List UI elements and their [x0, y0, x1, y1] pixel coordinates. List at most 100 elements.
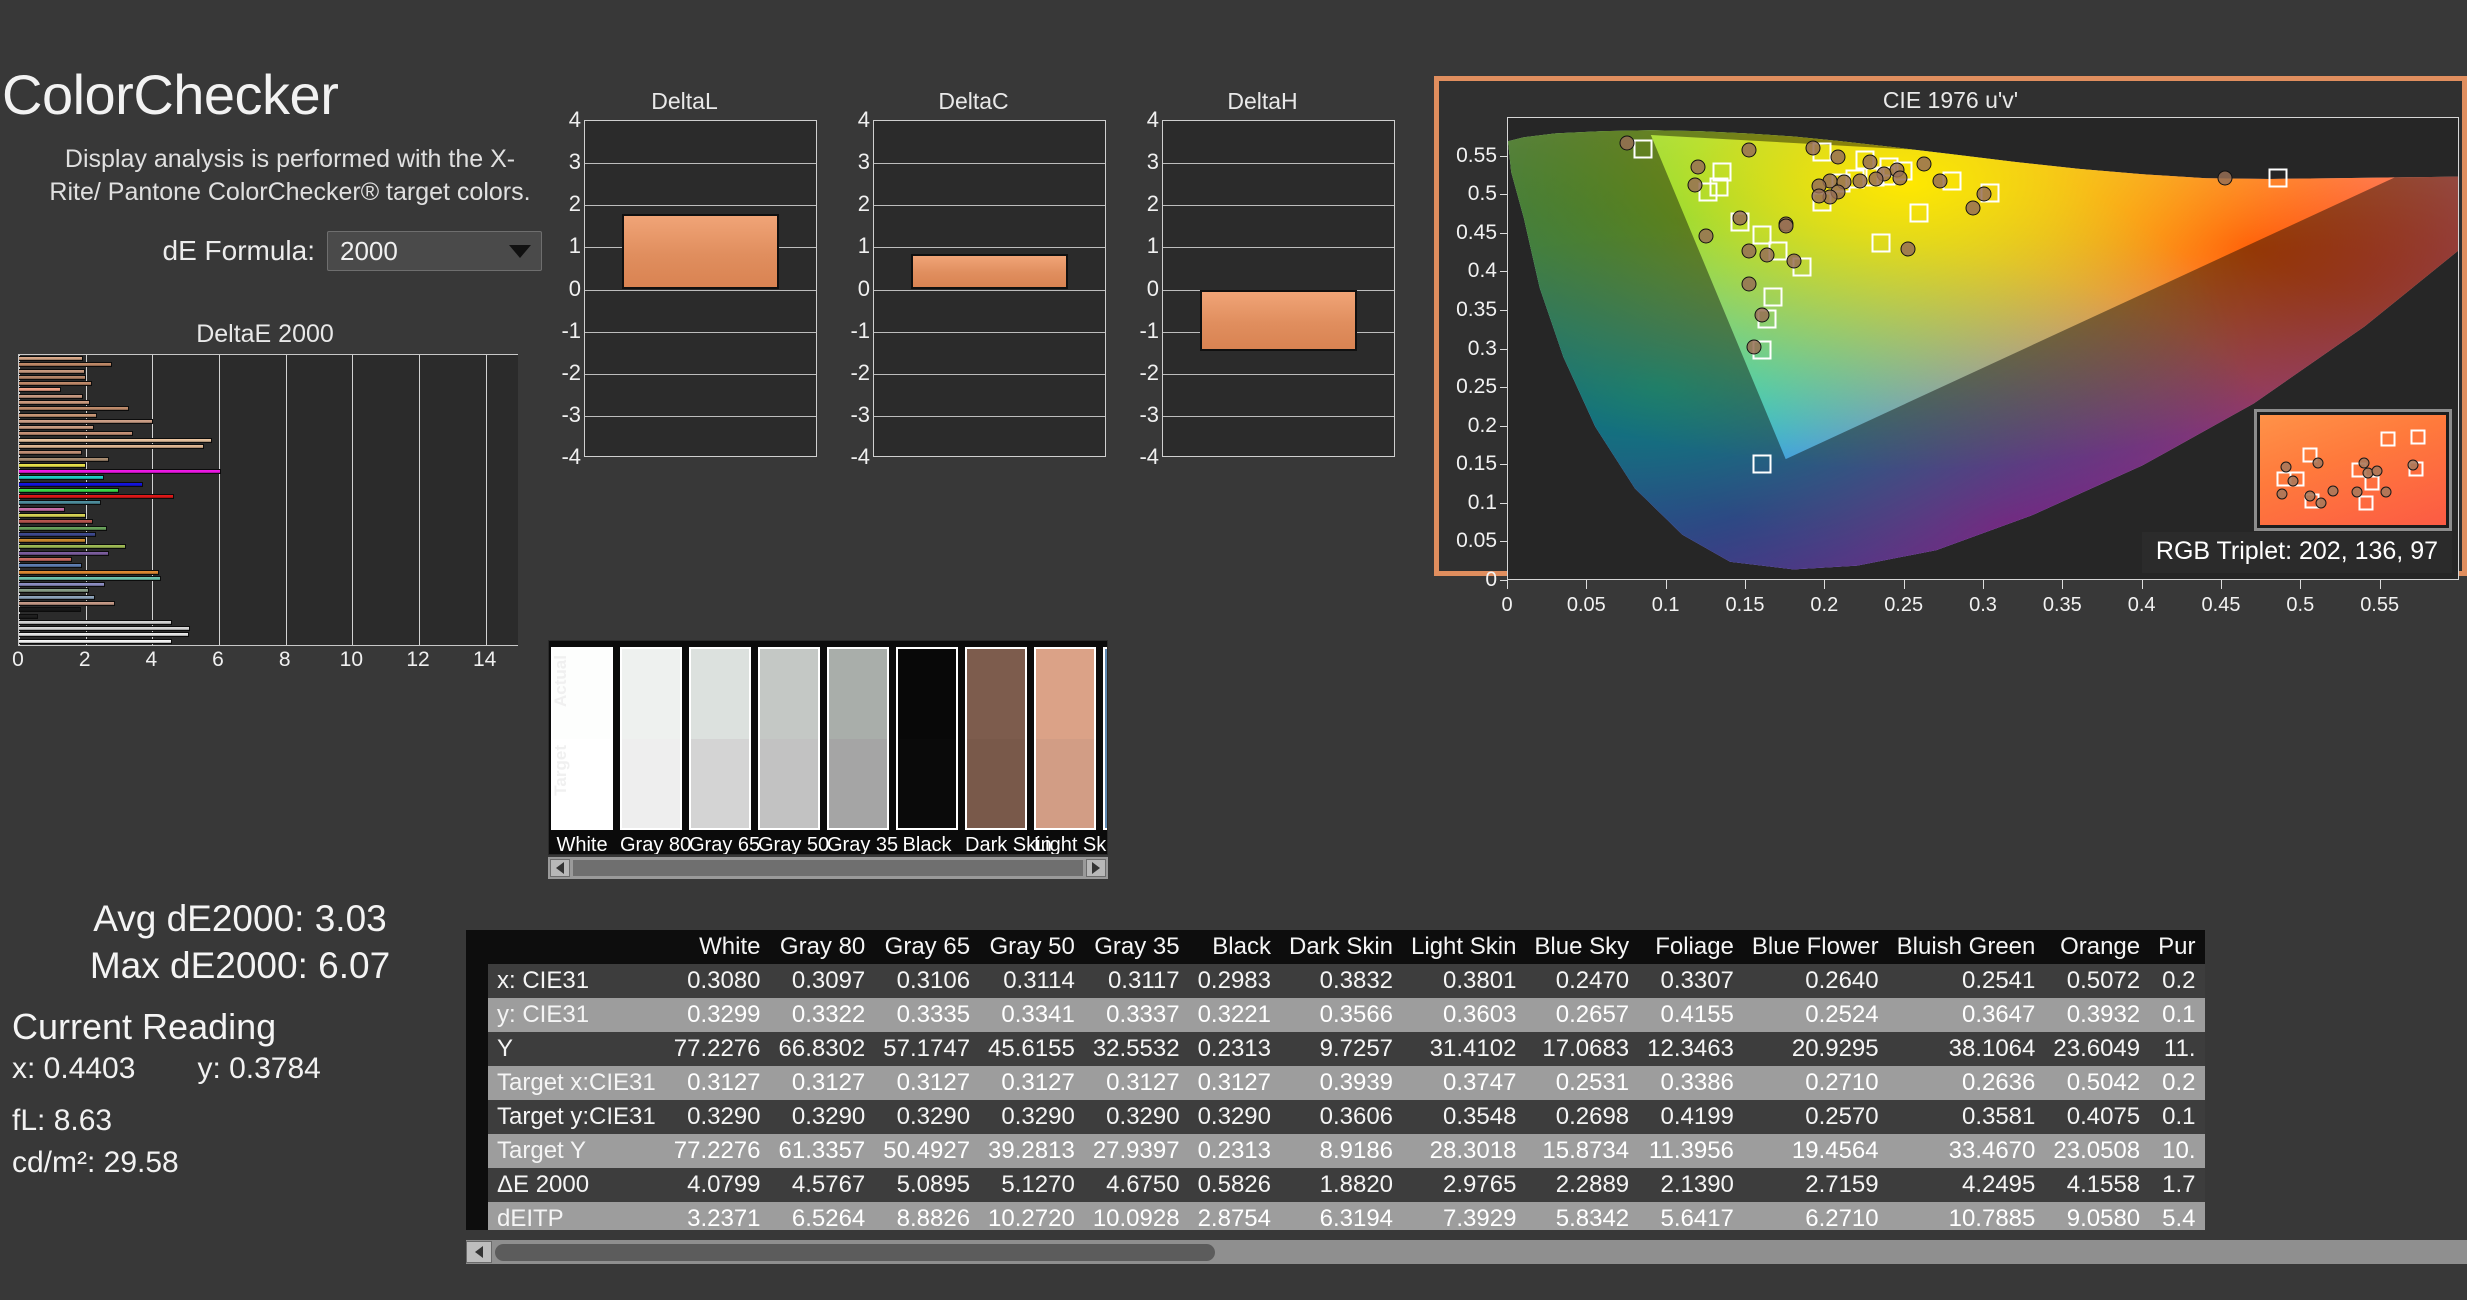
swatch-target — [622, 738, 680, 828]
table-column-header[interactable]: Blue Sky — [1525, 930, 1639, 964]
swatch-cell[interactable]: Blue — [1103, 647, 1107, 854]
table-cell: 8.8826 — [874, 1202, 980, 1230]
axis-tick-label: 3 — [857, 149, 870, 175]
table-cell: 10.0928 — [1083, 1202, 1189, 1230]
table-cell: 0.3747 — [1402, 1066, 1526, 1100]
table-cell: 61.3357 — [769, 1134, 875, 1168]
table-column-header[interactable]: Gray 80 — [769, 930, 875, 964]
cie-plot-area[interactable]: RGB Triplet: 202, 136, 97 — [1507, 117, 2459, 580]
table-row[interactable]: x: CIE31 0.3080 0.3097 0.3106 0.3114 0.3117 0.… — [466, 964, 2205, 998]
swatch-cell[interactable]: Dark Skin — [965, 647, 1052, 854]
table-column-header[interactable]: Gray 35 — [1083, 930, 1189, 964]
summary-stats: Avg dE2000: 3.03 Max dE2000: 6.07 Curren… — [0, 895, 480, 1180]
inset-measured-marker — [2276, 488, 2288, 500]
axis-tick — [1500, 271, 1507, 273]
table-column-header[interactable]: Gray 50 — [979, 930, 1084, 964]
swatch-pair — [965, 647, 1027, 830]
axis-tick-label: -1 — [561, 317, 581, 343]
delta-value-bar — [910, 253, 1069, 290]
deltae-bar — [19, 563, 82, 569]
scroll-left-icon[interactable] — [550, 859, 570, 877]
de-formula-select[interactable]: 2000 — [327, 231, 542, 271]
table-row[interactable]: Target y:CIE31 0.3290 0.3290 0.3290 0.3290 0.… — [466, 1100, 2205, 1134]
table-row[interactable]: Target Y 77.2276 61.3357 50.4927 39.2813 27.9… — [466, 1134, 2205, 1168]
table-row[interactable]: Target x:CIE31 0.3127 0.3127 0.3127 0.3127 0.… — [466, 1066, 2205, 1100]
cie-measured-marker — [1778, 218, 1794, 234]
axis-tick-label: 0.3 — [1969, 594, 1997, 616]
swatch-cell[interactable]: Light Skin — [1034, 647, 1107, 854]
swatch-scroll-track[interactable] — [573, 860, 1083, 876]
table-cell: 0.2 — [2149, 1066, 2205, 1100]
axis-tick-label: 0.25 — [1456, 375, 1497, 399]
axis-tick-label: 4 — [145, 648, 158, 671]
deltae2000-plot-area — [18, 354, 518, 646]
deltae-bar — [19, 550, 109, 556]
cie-measured-marker — [1830, 149, 1846, 165]
axis-tick — [1500, 232, 1507, 234]
swatch-pair — [827, 647, 889, 830]
table-row-label: Target Y — [488, 1134, 665, 1168]
scroll-right-icon[interactable] — [1086, 859, 1106, 877]
current-reading-x: x: 0.4403 — [12, 1051, 136, 1085]
gridline — [585, 415, 816, 417]
table-cell: 0.3307 — [1638, 964, 1743, 998]
swatch-target — [1036, 738, 1094, 828]
table-row[interactable]: dEITP 3.2371 6.5264 8.8826 10.2720 10.0928 2.8… — [466, 1202, 2205, 1230]
table-cell: 5.1270 — [979, 1168, 1084, 1202]
swatch-cell[interactable]: Gray 50 — [758, 647, 829, 854]
cie-measured-marker — [1741, 276, 1757, 292]
de-formula-value: 2000 — [340, 235, 398, 266]
swatch-cell[interactable]: Gray 80 — [620, 647, 691, 854]
axis-tick-label: 10 — [339, 648, 364, 671]
swatch-cell[interactable]: Black — [896, 647, 958, 854]
axis-tick-label: -4 — [561, 444, 581, 469]
table-column-header[interactable]: Light Skin — [1402, 930, 1526, 964]
swatch-cell[interactable]: Gray 65 — [689, 647, 760, 854]
deltae-bar — [19, 362, 113, 368]
table-scrollbar[interactable] — [466, 1240, 2467, 1264]
table-corner — [466, 930, 488, 964]
table-column-header[interactable]: Bluish Green — [1887, 930, 2045, 964]
swatch-name: White — [556, 834, 608, 855]
table-column-header[interactable]: Gray 65 — [874, 930, 980, 964]
table-column-header[interactable]: Blue Flower — [1742, 930, 1888, 964]
table-cell: 3.2371 — [664, 1202, 770, 1230]
axis-tick-label: -3 — [1139, 401, 1159, 427]
axis-tick — [1500, 194, 1507, 196]
cie-measured-marker — [1687, 177, 1703, 193]
table-column-header[interactable]: Black — [1188, 930, 1280, 964]
axis-tick — [2062, 580, 2064, 589]
swatch-scrollbar[interactable] — [548, 857, 1108, 879]
table-column-header[interactable]: Foliage — [1638, 930, 1743, 964]
deltae-bar — [19, 487, 119, 493]
axis-tick-label: 0.25 — [1884, 594, 1924, 616]
deltae-bar — [19, 494, 174, 500]
table-row[interactable]: Y 77.2276 66.8302 57.1747 45.6155 32.5532 0.23… — [466, 1032, 2205, 1066]
table-cell: 0.2 — [2149, 964, 2205, 998]
table-row[interactable]: ΔE 2000 4.0799 4.5767 5.0895 5.1270 4.6750 0.5… — [466, 1168, 2205, 1202]
deltae-bar — [19, 569, 159, 575]
table-cell: 5.0895 — [874, 1168, 980, 1202]
swatch-actual — [622, 649, 680, 739]
table-column-header[interactable]: Dark Skin — [1279, 930, 1403, 964]
table-scroll-left-icon[interactable] — [466, 1241, 492, 1263]
table-cell: 4.1558 — [2044, 1168, 2150, 1202]
table-cell: 4.2495 — [1887, 1168, 2045, 1202]
axis-tick-label: 0.15 — [1725, 594, 1765, 616]
cie-chart-body: 0.55 0.5 0.45 0.4 0.35 0.3 0.25 0.2 0.15 0.1 0.05 0… — [1439, 117, 2462, 591]
table-column-header[interactable]: Pur — [2149, 930, 2205, 964]
axis-tick-label: 0.5 — [2286, 594, 2315, 616]
swatch-cell[interactable]: Gray 35 — [827, 647, 898, 854]
table-cell: 9.0580 — [2044, 1202, 2150, 1230]
table-cell: 0.5826 — [1188, 1168, 1280, 1202]
table-scroll-thumb[interactable] — [495, 1243, 1215, 1261]
current-reading-y: y: 0.3784 — [197, 1051, 321, 1085]
table-row[interactable]: y: CIE31 0.3299 0.3322 0.3335 0.3341 0.3337 0.… — [466, 998, 2205, 1032]
table-column-header[interactable]: White — [664, 930, 770, 964]
axis-tick — [2141, 580, 2143, 589]
table-column-header[interactable]: Orange — [2044, 930, 2150, 964]
axis-tick — [1500, 425, 1507, 427]
table-cell: 0.3127 — [979, 1066, 1084, 1100]
cie-measured-marker — [1741, 243, 1757, 259]
swatch-target — [760, 738, 818, 828]
